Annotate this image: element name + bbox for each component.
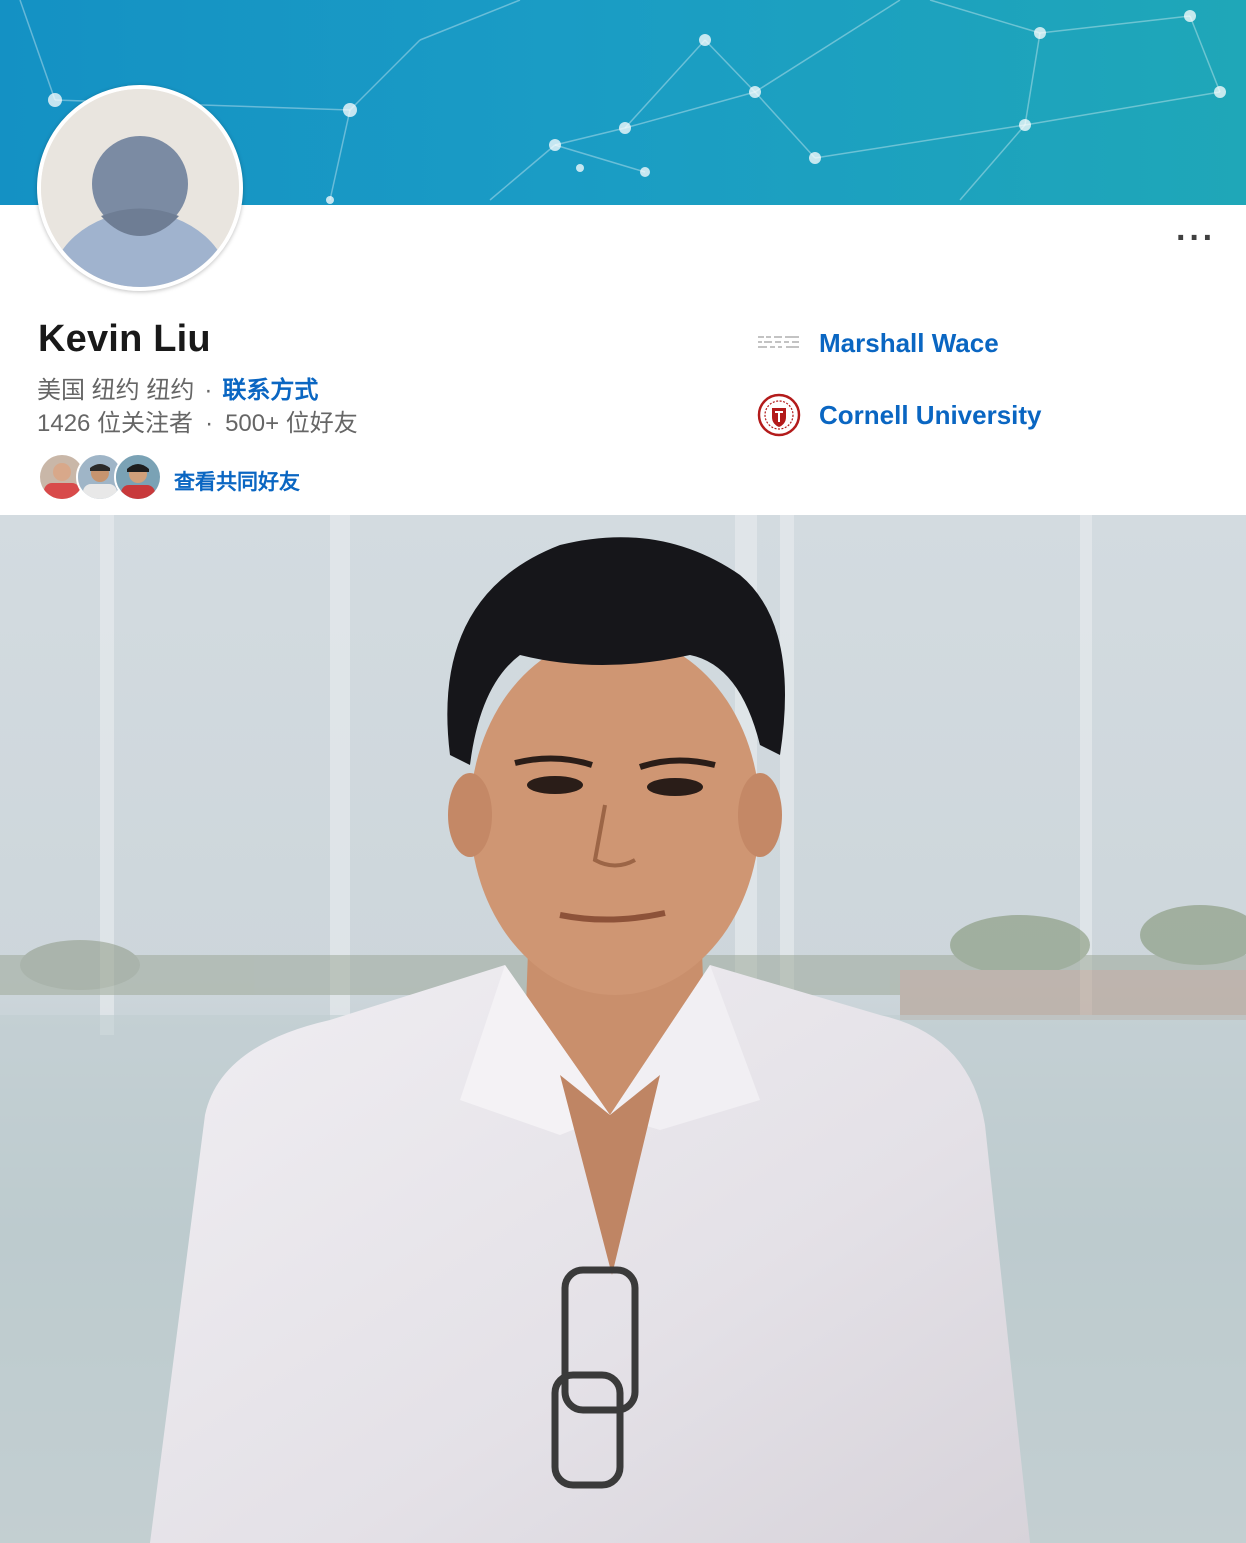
org-item-marshall-wace[interactable]: Marshall Wace xyxy=(757,321,999,365)
view-mutual-connections-link[interactable]: 查看共同好友 xyxy=(174,466,300,496)
profile-photo xyxy=(0,515,1246,1543)
cornell-seal-icon xyxy=(757,393,801,437)
profile-avatar[interactable] xyxy=(37,85,243,291)
company-logo-icon xyxy=(757,321,801,365)
profile-location: 美国 纽约 纽约 xyxy=(37,377,195,404)
separator: · xyxy=(204,377,213,404)
separator: · xyxy=(205,410,214,437)
contact-info-link[interactable]: 联系方式 xyxy=(222,377,318,404)
profile-stats: 1426 位关注者 · 500+ 位好友 xyxy=(37,403,358,438)
person-photo-icon xyxy=(0,515,1246,1543)
mutual-avatar xyxy=(114,453,162,501)
profile-location-line: 美国 纽约 纽约 · 联系方式 xyxy=(37,370,318,405)
org-label: Marshall Wace xyxy=(819,327,999,358)
followers-count[interactable]: 1426 位关注者 xyxy=(37,410,193,437)
default-avatar-icon xyxy=(41,89,239,287)
profile-name: Kevin Liu xyxy=(38,318,211,360)
org-item-cornell-university[interactable]: Cornell University xyxy=(757,393,1042,437)
mutual-connections-avatars[interactable] xyxy=(38,453,162,501)
connections-count[interactable]: 500+ 位好友 xyxy=(225,410,358,437)
org-label: Cornell University xyxy=(819,399,1042,430)
more-options-button[interactable]: ··· xyxy=(1176,221,1216,255)
